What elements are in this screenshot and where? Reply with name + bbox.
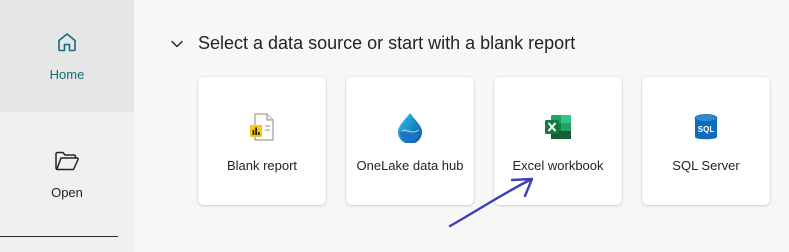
card-label: Blank report <box>226 158 298 173</box>
left-nav-rail: Home Open <box>0 0 134 252</box>
nav-open-label: Open <box>51 185 83 200</box>
nav-divider <box>0 236 118 237</box>
sql-server-card[interactable]: SQL SQL Server <box>642 77 770 205</box>
card-label: OneLake data hub <box>356 158 464 173</box>
blank-report-card[interactable]: Blank report <box>198 77 326 205</box>
section-title: Select a data source or start with a bla… <box>198 33 576 53</box>
folder-icon <box>54 150 80 177</box>
card-label: SQL Server <box>672 158 740 173</box>
sql-server-icon: SQL <box>689 110 723 144</box>
annotation-arrow-icon <box>448 177 534 228</box>
blank-report-icon <box>245 110 279 144</box>
svg-text:SQL: SQL <box>698 125 715 134</box>
nav-open[interactable]: Open <box>0 140 134 210</box>
chevron-down-icon[interactable] <box>170 37 184 51</box>
section-header: Select a data source or start with a bla… <box>170 33 575 54</box>
nav-home-label: Home <box>49 67 85 82</box>
home-icon <box>55 30 79 59</box>
nav-home[interactable]: Home <box>0 0 134 112</box>
card-label: Excel workbook <box>512 158 604 173</box>
onelake-icon <box>393 110 427 144</box>
excel-icon <box>541 110 575 144</box>
